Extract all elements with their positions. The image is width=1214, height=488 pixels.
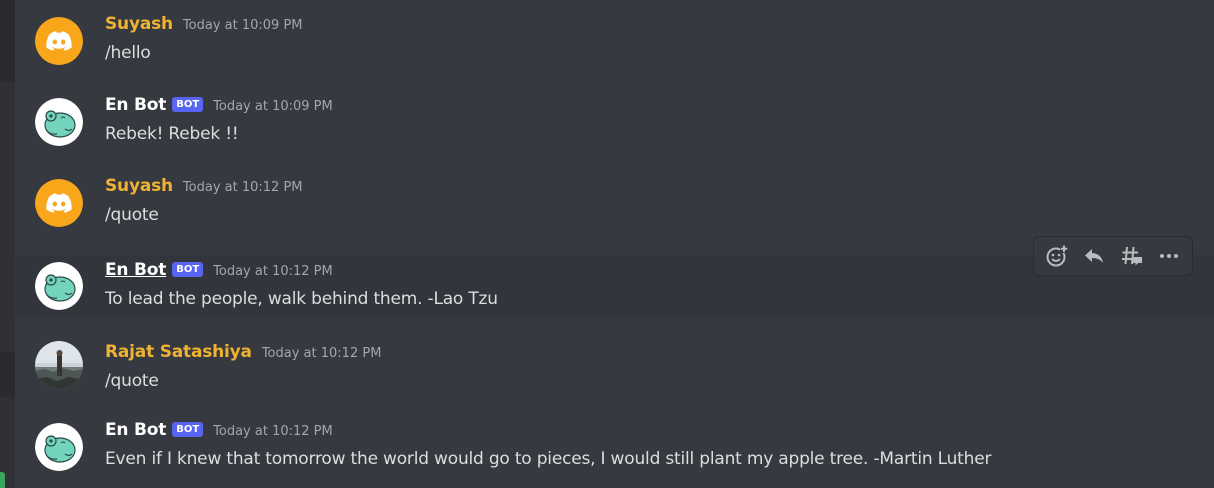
username[interactable]: Suyash: [105, 176, 173, 196]
reply-icon: [1085, 249, 1104, 263]
add-reaction-icon: [1046, 245, 1068, 267]
online-indicator: [0, 472, 5, 488]
add-reaction-button[interactable]: [1041, 240, 1073, 272]
avatar[interactable]: [35, 17, 83, 65]
timestamp[interactable]: Today at 10:12 PM: [183, 180, 303, 195]
more-options-button[interactable]: [1153, 240, 1185, 272]
user-photo-avatar: [35, 341, 83, 389]
message-content: /quote: [105, 205, 159, 225]
message-header: Rajat Satashiya Today at 10:12 PM: [105, 342, 381, 362]
message-item[interactable]: En Bot BOT Today at 10:12 PM Even if I k…: [15, 406, 1214, 486]
left-sidebar-edge: [0, 0, 15, 488]
sidebar-segment: [0, 352, 15, 397]
bot-tag: BOT: [172, 97, 204, 112]
message-actions-toolbar: [1033, 236, 1193, 276]
frog-avatar-icon: [35, 262, 83, 310]
frog-avatar-icon: [35, 98, 83, 146]
message-header: En Bot BOT Today at 10:09 PM: [105, 95, 333, 115]
message-item[interactable]: Rajat Satashiya Today at 10:12 PM /quote: [15, 324, 1214, 404]
message-content: To lead the people, walk behind them. -L…: [105, 289, 498, 309]
discord-logo-icon: [35, 17, 83, 65]
message-content: Even if I knew that tomorrow the world w…: [105, 449, 992, 469]
username[interactable]: Rajat Satashiya: [105, 342, 252, 362]
message-header: Suyash Today at 10:09 PM: [105, 14, 303, 34]
username[interactable]: En Bot: [105, 260, 166, 280]
avatar[interactable]: [35, 98, 83, 146]
frog-avatar-icon: [35, 423, 83, 471]
timestamp[interactable]: Today at 10:09 PM: [213, 99, 333, 114]
username[interactable]: En Bot: [105, 420, 166, 440]
message-item[interactable]: Suyash Today at 10:12 PM /quote: [15, 162, 1214, 242]
message-content: /quote: [105, 371, 159, 391]
message-item[interactable]: Suyash Today at 10:09 PM /hello: [15, 0, 1214, 80]
create-thread-button[interactable]: [1116, 240, 1148, 272]
create-thread-icon: [1121, 246, 1142, 266]
discord-logo-icon: [35, 179, 83, 227]
avatar[interactable]: [35, 423, 83, 471]
avatar[interactable]: [35, 179, 83, 227]
timestamp[interactable]: Today at 10:12 PM: [213, 264, 333, 279]
more-icon: [1160, 254, 1179, 258]
message-item[interactable]: En Bot BOT Today at 10:09 PM Rebek! Rebe…: [15, 81, 1214, 161]
bot-tag: BOT: [172, 262, 204, 277]
avatar[interactable]: [35, 341, 83, 389]
bot-tag: BOT: [172, 422, 204, 437]
timestamp[interactable]: Today at 10:09 PM: [183, 18, 303, 33]
chat-window: Suyash Today at 10:09 PM /hello En Bot B…: [0, 0, 1214, 488]
message-content: Rebek! Rebek !!: [105, 124, 239, 144]
reply-button[interactable]: [1078, 240, 1110, 272]
message-header: En Bot BOT Today at 10:12 PM: [105, 420, 333, 440]
timestamp[interactable]: Today at 10:12 PM: [262, 346, 382, 361]
sidebar-segment: [0, 0, 15, 82]
avatar[interactable]: [35, 262, 83, 310]
username[interactable]: Suyash: [105, 14, 173, 34]
message-content: /hello: [105, 43, 151, 63]
message-header: En Bot BOT Today at 10:12 PM: [105, 260, 333, 280]
message-header: Suyash Today at 10:12 PM: [105, 176, 303, 196]
timestamp[interactable]: Today at 10:12 PM: [213, 424, 333, 439]
username[interactable]: En Bot: [105, 95, 166, 115]
